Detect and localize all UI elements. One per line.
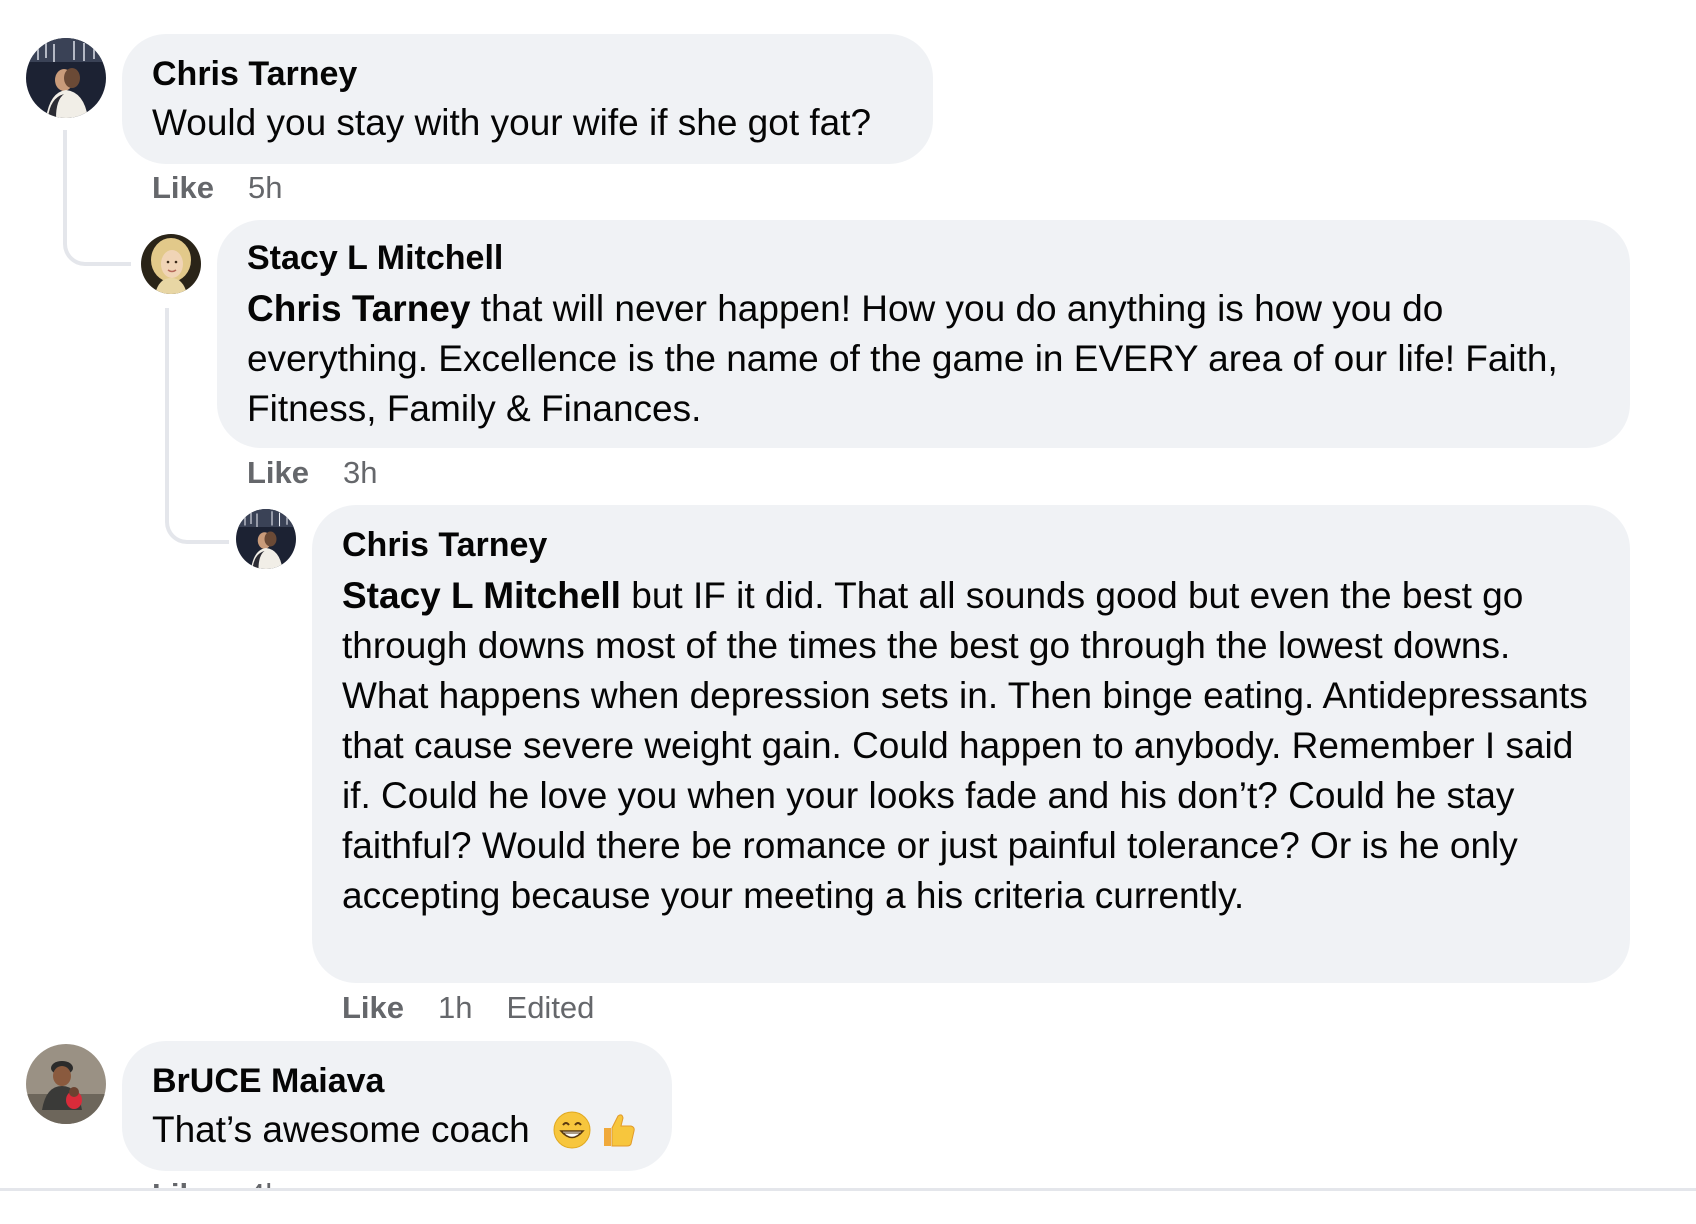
comment-author[interactable]: Chris Tarney — [342, 525, 1600, 565]
comment-bubble-3: Chris Tarney Stacy L Mitchell but IF it … — [312, 505, 1630, 983]
avatar-bruce-maiava[interactable] — [26, 1044, 106, 1124]
stacy-l-mitchell-photo — [141, 234, 201, 294]
comment-bubble-2: Stacy L Mitchell Chris Tarney that will … — [217, 220, 1630, 448]
chris-tarney-photo — [26, 38, 106, 118]
comment-actions-2: Like 3h — [247, 455, 378, 491]
mention-link[interactable]: Stacy L Mitchell — [342, 575, 621, 616]
like-button[interactable]: Like — [247, 455, 309, 490]
comment-actions-3: Like 1h Edited — [342, 990, 594, 1026]
comment-body: but IF it did. That all sounds good but … — [342, 575, 1588, 916]
comment-author[interactable]: Chris Tarney — [152, 54, 903, 94]
thumbs-up-emoji — [598, 1110, 638, 1150]
comment-bubble-1: Chris Tarney Would you stay with your wi… — [122, 34, 933, 164]
screenshot-cutoff — [0, 1191, 1696, 1224]
comment-author[interactable]: Stacy L Mitchell — [247, 238, 1600, 278]
grinning-face-emoji — [552, 1110, 592, 1150]
comment-author[interactable]: BrUCE Maiava — [152, 1061, 642, 1101]
bruce-maiava-photo — [26, 1044, 106, 1124]
comment-body: That’s awesome coach — [152, 1109, 530, 1150]
mention-link[interactable]: Chris Tarney — [247, 288, 470, 329]
edited-label[interactable]: Edited — [507, 990, 595, 1025]
chris-tarney-photo — [236, 509, 296, 569]
comment-text: Chris Tarney that will never happen! How… — [247, 284, 1600, 434]
avatar-stacy-l-mitchell[interactable] — [141, 234, 201, 294]
comment-text: Stacy L Mitchell but IF it did. That all… — [342, 571, 1600, 921]
avatar-chris-tarney[interactable] — [26, 38, 106, 118]
comment-text: That’s awesome coach — [152, 1105, 642, 1155]
comment-timestamp[interactable]: 3h — [343, 455, 377, 490]
comment-actions-1: Like 5h — [152, 170, 283, 206]
like-button[interactable]: Like — [152, 170, 214, 205]
avatar-chris-tarney[interactable] — [236, 509, 296, 569]
like-button[interactable]: Like — [342, 990, 404, 1025]
thread-line-1 — [63, 130, 131, 266]
comment-timestamp[interactable]: 5h — [248, 170, 282, 205]
comment-timestamp[interactable]: 1h — [438, 990, 472, 1025]
comment-text: Would you stay with your wife if she got… — [152, 102, 872, 143]
comment-bubble-4: BrUCE Maiava That’s awesome coach — [122, 1041, 672, 1171]
